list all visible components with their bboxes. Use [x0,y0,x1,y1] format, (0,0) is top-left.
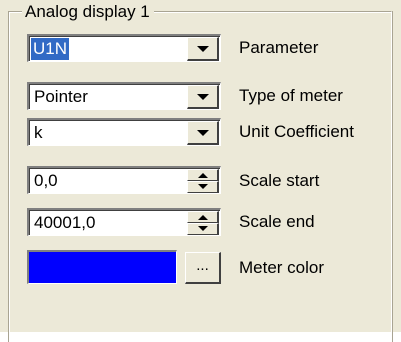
parameter-dropdown[interactable]: U1N [27,34,221,62]
unit-coefficient-dropdown-button[interactable] [187,121,219,145]
arrow-down-icon [198,184,208,189]
scale-end-spinner[interactable]: 40001,0 [27,208,221,236]
unit-coefficient-label: Unit Coefficient [239,122,354,141]
scale-start-decrement-button[interactable] [187,181,219,193]
scale-end-spin-buttons [187,211,219,235]
parameter-label: Parameter [239,38,319,57]
meter-color-swatch[interactable] [27,250,177,284]
analog-display-panel: Analog display 1 U1N Parameter Pointer T… [0,0,401,342]
meter-type-dropdown-button[interactable] [187,85,219,109]
meter-type-label: Type of meter [239,86,343,105]
scale-end-increment-button[interactable] [187,211,219,223]
scale-start-increment-button[interactable] [187,169,219,181]
arrow-up-icon [198,173,208,178]
parameter-selected-value: U1N [31,38,70,60]
scale-start-input[interactable]: 0,0 [32,170,60,192]
unit-coefficient-dropdown[interactable]: k [27,118,221,146]
groupbox-title: Analog display 1 [22,2,154,21]
scale-end-decrement-button[interactable] [187,223,219,235]
arrow-up-icon [198,215,208,220]
scale-start-spinner[interactable]: 0,0 [27,166,221,194]
chevron-down-icon [197,94,209,100]
chevron-down-icon [197,46,209,52]
unit-coefficient-selected-value: k [34,123,43,142]
chevron-down-icon [197,130,209,136]
scale-start-spin-buttons [187,169,219,193]
meter-type-selected-value: Pointer [34,87,88,106]
scale-end-input[interactable]: 40001,0 [32,212,97,234]
meter-color-label: Meter color [239,258,325,277]
scale-end-label: Scale end [239,212,315,231]
meter-type-dropdown[interactable]: Pointer [27,82,221,110]
arrow-down-icon [198,226,208,231]
scale-start-label: Scale start [239,171,320,190]
parameter-dropdown-button[interactable] [187,37,219,61]
meter-color-browse-button[interactable]: ... [185,252,221,284]
